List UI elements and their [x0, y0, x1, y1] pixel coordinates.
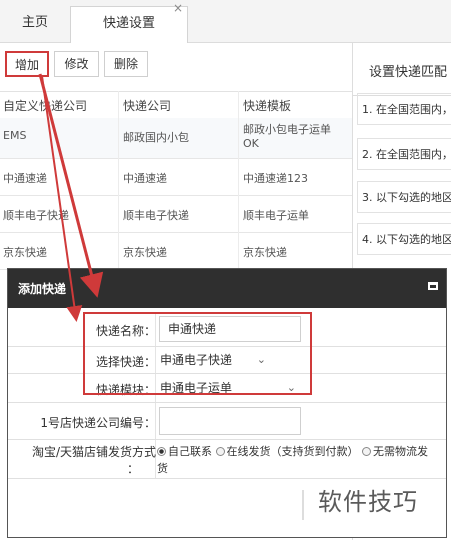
annotation-arrows: [38, 73, 104, 322]
watermark-text: 软件技巧: [318, 488, 418, 516]
